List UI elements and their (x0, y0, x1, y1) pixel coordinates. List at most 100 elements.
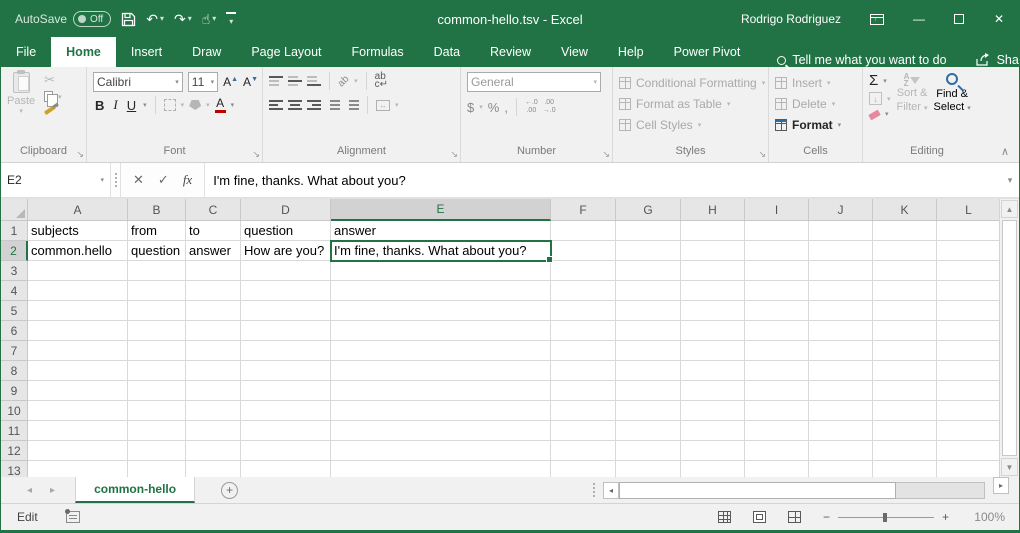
tab-draw[interactable]: Draw (177, 37, 236, 67)
cell-L13[interactable] (937, 461, 999, 477)
cell-J5[interactable] (809, 301, 873, 321)
row-header-13[interactable]: 13 (1, 461, 28, 477)
cell-J2[interactable] (809, 241, 873, 261)
cell-A4[interactable] (28, 281, 128, 301)
tab-scroll-splitter[interactable] (585, 477, 603, 503)
redo-button[interactable]: ↷▾ (174, 12, 192, 26)
row-header-4[interactable]: 4 (1, 281, 28, 301)
vertical-scrollbar[interactable]: ▲ ▼ (999, 199, 1019, 477)
tab-file[interactable]: File (1, 37, 51, 67)
cell-K13[interactable] (873, 461, 937, 477)
underline-dropdown-icon[interactable]: ▾ (143, 101, 147, 109)
font-size-dropdown-icon[interactable]: ▾ (211, 78, 215, 86)
cell-J9[interactable] (809, 381, 873, 401)
cell-F12[interactable] (551, 441, 616, 461)
number-format-combo[interactable]: General▾ (467, 72, 601, 92)
zoom-slider[interactable]: − + (823, 510, 949, 524)
comma-style-button[interactable]: , (504, 100, 508, 115)
cut-button[interactable]: ✂ (44, 72, 62, 88)
cell-G9[interactable] (616, 381, 681, 401)
align-right-button[interactable] (307, 100, 321, 110)
column-header-H[interactable]: H (681, 199, 745, 221)
increase-font-size-button[interactable]: A▲ (223, 75, 238, 89)
cell-E6[interactable] (331, 321, 551, 341)
orientation-dropdown-icon[interactable]: ▾ (354, 77, 358, 85)
cell-J13[interactable] (809, 461, 873, 477)
spreadsheet-grid[interactable]: ABCDEFGHIJKL1subjectsfromtoquestionanswe… (1, 199, 999, 477)
cell-J7[interactable] (809, 341, 873, 361)
cell-H9[interactable] (681, 381, 745, 401)
scroll-up-icon[interactable]: ▲ (1001, 200, 1018, 218)
underline-button[interactable]: U (125, 98, 138, 113)
borders-button[interactable] (164, 99, 176, 111)
cancel-entry-button[interactable]: ✕ (133, 172, 144, 188)
cell-E8[interactable] (331, 361, 551, 381)
sheet-tab-common-hello[interactable]: common-hello (75, 477, 195, 503)
vertical-scroll-thumb[interactable] (1002, 220, 1017, 456)
cell-B3[interactable] (128, 261, 186, 281)
decrease-font-size-button[interactable]: A▼ (243, 75, 258, 89)
cell-L2[interactable] (937, 241, 999, 261)
wrap-text-button[interactable]: abc↵ (375, 73, 388, 89)
cell-F1[interactable] (551, 221, 616, 241)
cell-D6[interactable] (241, 321, 331, 341)
cell-C12[interactable] (186, 441, 241, 461)
conditional-formatting-dropdown-icon[interactable]: ▾ (762, 79, 766, 87)
tab-view[interactable]: View (546, 37, 603, 67)
new-sheet-button[interactable]: + (195, 477, 264, 503)
bold-button[interactable]: B (93, 98, 106, 113)
column-header-K[interactable]: K (873, 199, 937, 221)
cell-K11[interactable] (873, 421, 937, 441)
touch-mode-button[interactable]: ☝▾ (202, 12, 217, 26)
cell-C10[interactable] (186, 401, 241, 421)
percent-style-button[interactable]: % (488, 100, 500, 115)
fill-color-dropdown-icon[interactable]: ▾ (206, 101, 210, 109)
zoom-out-icon[interactable]: − (823, 510, 830, 524)
sort-filter-button[interactable]: AZ Sort & Filter ▾ (897, 72, 928, 145)
formula-bar-expand-icon[interactable]: ▾ (1001, 163, 1019, 197)
accounting-dropdown-icon[interactable]: ▾ (479, 103, 483, 111)
cell-L10[interactable] (937, 401, 999, 421)
tab-home[interactable]: Home (51, 37, 116, 67)
undo-dropdown-icon[interactable]: ▾ (160, 15, 164, 23)
cell-G7[interactable] (616, 341, 681, 361)
autosum-button[interactable]: Σ▾ (869, 73, 891, 88)
cell-K7[interactable] (873, 341, 937, 361)
row-header-3[interactable]: 3 (1, 261, 28, 281)
cell-A1[interactable]: subjects (28, 221, 128, 241)
row-header-8[interactable]: 8 (1, 361, 28, 381)
cell-C7[interactable] (186, 341, 241, 361)
horizontal-scroll-track[interactable] (619, 482, 985, 499)
paste-dropdown-icon[interactable]: ▾ (19, 107, 23, 115)
bottom-align-button[interactable] (307, 76, 321, 86)
touch-mode-dropdown-icon[interactable]: ▾ (212, 15, 216, 23)
cell-L5[interactable] (937, 301, 999, 321)
row-header-2[interactable]: 2 (1, 241, 28, 261)
cell-L12[interactable] (937, 441, 999, 461)
cell-F11[interactable] (551, 421, 616, 441)
increase-indent-button[interactable] (345, 100, 359, 110)
cell-H7[interactable] (681, 341, 745, 361)
insert-function-button[interactable]: fx (183, 172, 192, 188)
cell-L7[interactable] (937, 341, 999, 361)
user-name[interactable]: Rodrigo Rodriguez (741, 12, 841, 26)
cell-J3[interactable] (809, 261, 873, 281)
select-all-corner[interactable] (1, 199, 28, 221)
maximize-button[interactable] (939, 1, 979, 37)
cell-G11[interactable] (616, 421, 681, 441)
cell-E4[interactable] (331, 281, 551, 301)
styles-dialog-launcher[interactable]: ↘ (758, 149, 766, 160)
cell-I5[interactable] (745, 301, 809, 321)
font-color-button[interactable]: A (215, 97, 226, 113)
tab-insert[interactable]: Insert (116, 37, 177, 67)
row-header-6[interactable]: 6 (1, 321, 28, 341)
fill-dropdown-icon[interactable]: ▾ (887, 95, 891, 103)
name-box[interactable]: E2 ▾ (1, 163, 111, 197)
increase-decimal-button[interactable]: ←.0 .00 (525, 99, 538, 114)
cell-I6[interactable] (745, 321, 809, 341)
cell-E10[interactable] (331, 401, 551, 421)
italic-button[interactable]: I (111, 97, 119, 113)
prev-sheet-icon[interactable]: ◂ (27, 485, 32, 496)
cell-G10[interactable] (616, 401, 681, 421)
cell-D8[interactable] (241, 361, 331, 381)
